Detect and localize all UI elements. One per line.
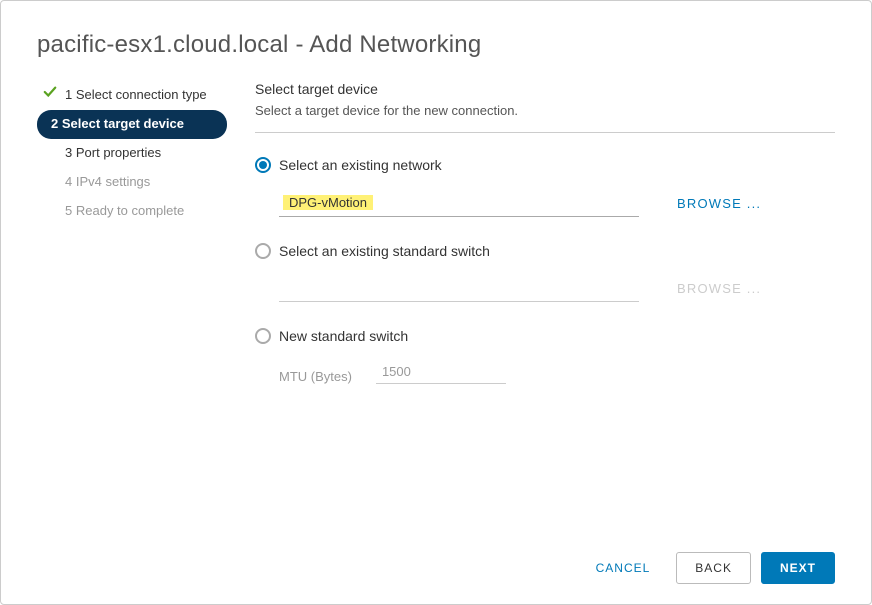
step-2[interactable]: 2 Select target device <box>37 110 227 139</box>
step-3[interactable]: 3 Port properties <box>37 139 227 168</box>
network-input[interactable]: DPG-vMotion <box>279 189 639 217</box>
mtu-label: MTU (Bytes) <box>279 369 352 384</box>
step-num: 2 <box>51 116 58 131</box>
radio-existing-switch[interactable]: Select an existing standard switch <box>255 243 835 259</box>
check-icon <box>43 85 57 99</box>
step-label: Ready to complete <box>76 203 184 218</box>
panel-title: Select target device <box>255 81 835 97</box>
divider <box>255 132 835 133</box>
mtu-input[interactable]: 1500 <box>376 360 506 384</box>
step-label: Select connection type <box>76 87 207 102</box>
wizard-main: Select target device Select a target dev… <box>255 81 835 534</box>
radio-label: Select an existing network <box>279 157 442 173</box>
step-num: 5 <box>65 203 72 218</box>
step-label: IPv4 settings <box>76 174 150 189</box>
dialog-footer: CANCEL BACK NEXT <box>37 534 835 584</box>
radio-new-switch[interactable]: New standard switch <box>255 328 835 344</box>
step-1[interactable]: 1 Select connection type <box>37 81 227 110</box>
radio-icon <box>255 157 271 173</box>
dialog-body: 1 Select connection type 2 Select target… <box>37 81 835 534</box>
radio-label: New standard switch <box>279 328 408 344</box>
browse-network-button[interactable]: BROWSE ... <box>673 190 765 217</box>
browse-switch-button: BROWSE ... <box>673 275 765 302</box>
step-num: 1 <box>65 87 72 102</box>
step-label: Select target device <box>62 116 184 131</box>
step-num: 3 <box>65 145 72 160</box>
step-4: 4 IPv4 settings <box>37 168 227 197</box>
option-existing-network: Select an existing network DPG-vMotion B… <box>255 157 835 217</box>
step-num: 4 <box>65 174 72 189</box>
wizard-dialog: pacific-esx1.cloud.local - Add Networkin… <box>0 0 872 605</box>
panel-subtitle: Select a target device for the new conne… <box>255 103 835 118</box>
back-button[interactable]: BACK <box>676 552 751 584</box>
radio-icon <box>255 328 271 344</box>
option-new-switch: New standard switch MTU (Bytes) 1500 <box>255 328 835 384</box>
radio-icon <box>255 243 271 259</box>
network-value: DPG-vMotion <box>283 195 373 210</box>
dialog-title: pacific-esx1.cloud.local - Add Networkin… <box>37 31 835 59</box>
switch-input[interactable] <box>279 278 639 302</box>
next-button[interactable]: NEXT <box>761 552 835 584</box>
radio-existing-network[interactable]: Select an existing network <box>255 157 835 173</box>
step-label: Port properties <box>76 145 161 160</box>
radio-label: Select an existing standard switch <box>279 243 490 259</box>
cancel-button[interactable]: CANCEL <box>580 552 667 584</box>
option-existing-switch: Select an existing standard switch BROWS… <box>255 243 835 302</box>
wizard-sidebar: 1 Select connection type 2 Select target… <box>37 81 227 534</box>
step-5: 5 Ready to complete <box>37 197 227 226</box>
